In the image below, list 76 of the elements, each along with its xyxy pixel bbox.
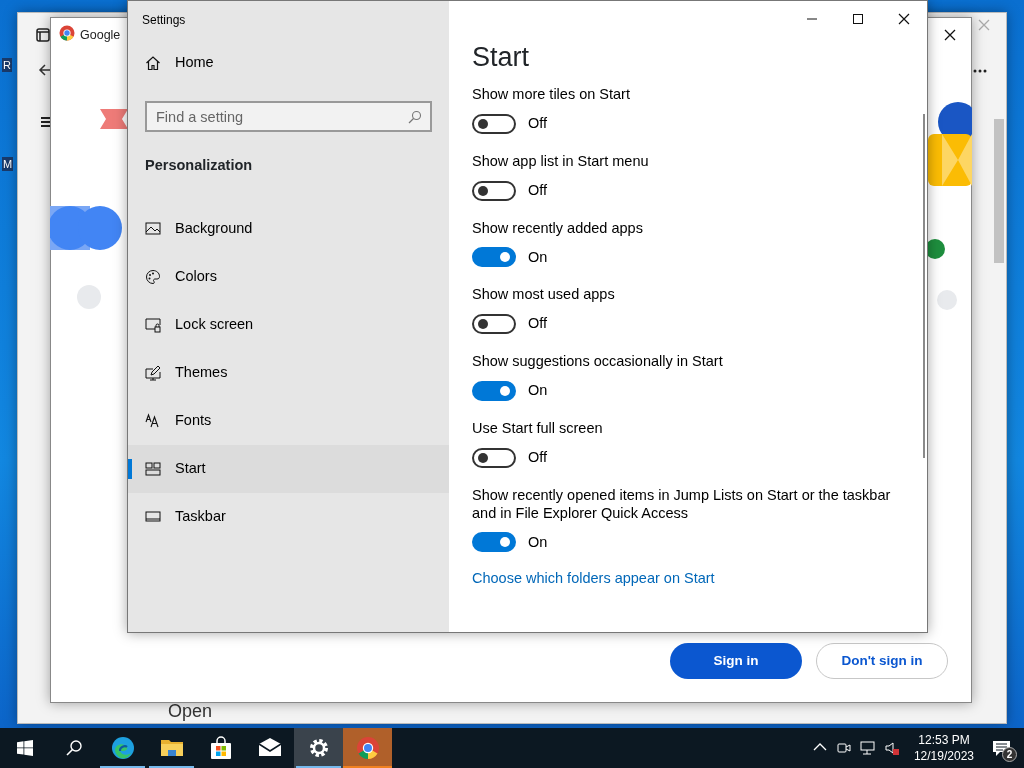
taskbar-icon — [145, 508, 161, 525]
sign-in-button[interactable]: Sign in — [670, 643, 802, 679]
nav-item[interactable]: Fonts — [128, 396, 449, 445]
close-icon — [898, 12, 910, 25]
toggle-switch[interactable] — [472, 447, 516, 468]
nav-item[interactable]: Background — [128, 204, 449, 253]
nav-item[interactable]: Taskbar — [128, 492, 449, 541]
toggle-state: On — [528, 532, 548, 552]
more-icon — [973, 69, 987, 73]
search-field[interactable]: Find a setting — [145, 101, 432, 132]
shape-drawing — [928, 134, 972, 186]
windows-logo-icon — [16, 740, 33, 756]
toggle-state: On — [528, 247, 548, 267]
toggle-switch[interactable] — [472, 247, 516, 268]
section-heading: Personalization — [144, 156, 254, 175]
toggle-state: On — [528, 381, 548, 400]
toggle-state: Off — [528, 314, 548, 334]
setting-label: Show most used apps — [472, 285, 615, 304]
toggle-state: Off — [528, 447, 548, 467]
notifications-button[interactable]: 2 — [980, 728, 1024, 768]
picture-icon — [145, 220, 161, 237]
chrome-logo-icon — [59, 25, 75, 41]
home-link[interactable]: Home — [128, 39, 449, 87]
shopping-bag-icon — [208, 736, 233, 760]
close-icon — [944, 28, 956, 41]
window-title: Settings — [141, 12, 187, 29]
circles-drawing — [50, 206, 122, 250]
desktop-icon-label: M — [2, 157, 14, 171]
desktop-icon-label: R — [2, 58, 12, 72]
taskbar-app-button[interactable] — [294, 728, 343, 768]
toggle-switch[interactable] — [472, 380, 516, 401]
toggle-switch[interactable] — [472, 113, 516, 134]
page-text: Open — [168, 701, 213, 721]
search-icon — [408, 110, 422, 124]
setting-label: Show recently added apps — [472, 218, 643, 237]
notification-count: 2 — [1002, 747, 1017, 762]
nav-item[interactable]: Lock screen — [128, 300, 449, 349]
tiles-icon — [145, 460, 161, 477]
nav-item[interactable]: Themes — [128, 348, 449, 397]
folders-link[interactable]: Choose which folders appear on Start — [472, 568, 715, 590]
clock-button[interactable]: 12:53 PM 12/19/2023 — [907, 728, 980, 768]
ribbon-drawing — [100, 109, 128, 129]
home-icon — [145, 55, 161, 71]
setting-label: Show more tiles on Start — [472, 85, 630, 103]
close-icon — [978, 19, 990, 31]
circle-drawing — [925, 239, 945, 259]
chrome-logo-icon — [355, 736, 380, 760]
edge-icon — [110, 736, 135, 760]
page-title: Start — [472, 41, 530, 74]
dismiss-button[interactable]: Don't sign in — [816, 643, 948, 679]
setting-label: Use Start full screen — [472, 418, 603, 437]
fonts-icon — [145, 412, 161, 429]
camera-icon — [835, 740, 852, 756]
scrollbar-thumb[interactable] — [994, 119, 1004, 263]
toggle-switch[interactable] — [472, 532, 516, 553]
setting-label: Show suggestions occasionally in Start — [472, 352, 723, 370]
nav-item[interactable]: Colors — [128, 252, 449, 301]
setting-label: Show recently opened items in Jump Lists on Start or the taskbar and in File Explorer Quick Access — [472, 485, 892, 522]
maximize-icon — [852, 12, 864, 25]
toggle-state: Off — [528, 180, 548, 200]
palette-icon — [145, 268, 161, 285]
nav-item[interactable]: Start — [128, 444, 449, 493]
lock-screen-icon — [145, 316, 161, 333]
muted-speaker-icon — [883, 740, 900, 756]
back-arrow-icon — [38, 63, 53, 77]
toggle-switch[interactable] — [472, 314, 516, 335]
tab-icon — [36, 28, 50, 42]
window-title: Google — [80, 27, 121, 44]
toggle-state: Off — [528, 114, 548, 133]
search-icon — [65, 740, 82, 756]
circle-drawing — [937, 290, 957, 310]
monitor-brush-icon — [145, 364, 161, 381]
scrollbar-thumb[interactable] — [923, 114, 925, 458]
toggle-switch[interactable] — [472, 180, 516, 201]
setting-label: Show app list in Start menu — [472, 151, 649, 170]
network-icon — [859, 740, 876, 756]
